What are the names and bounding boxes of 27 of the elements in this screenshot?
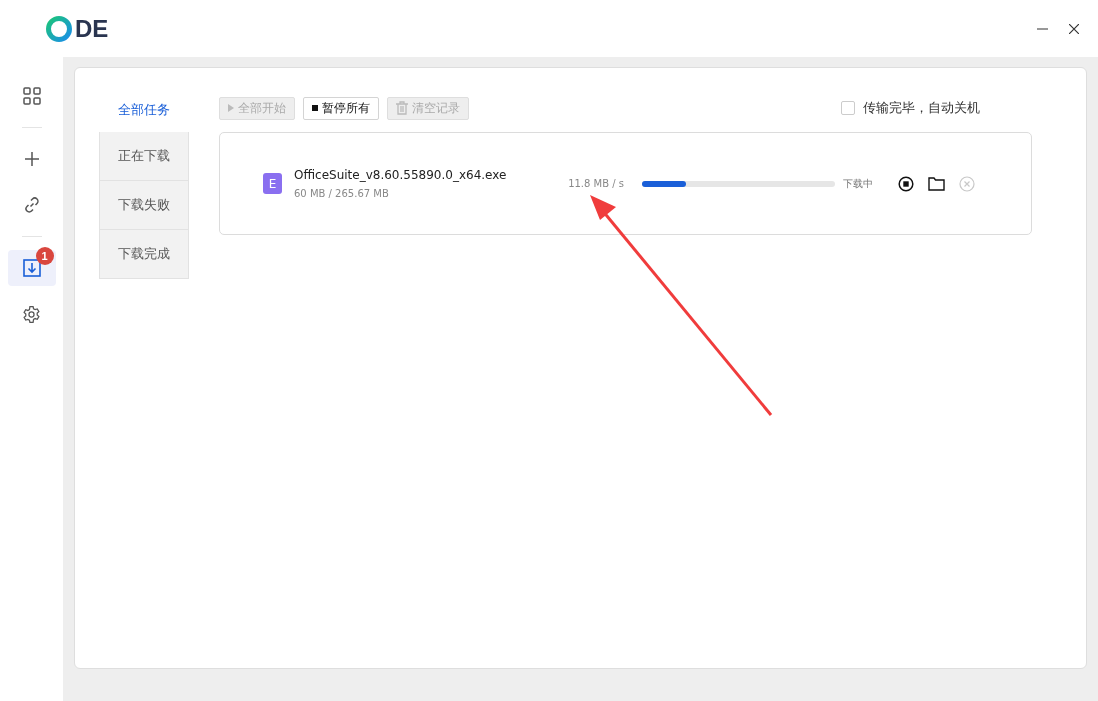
download-icon xyxy=(22,259,41,277)
file-size: 60 MB / 265.67 MB xyxy=(294,188,390,199)
file-name: OfficeSuite_v8.60.55890.0_x64.exe xyxy=(294,168,508,182)
ring-logo-icon xyxy=(45,14,73,43)
download-speed: 11.8 MB / s xyxy=(567,178,624,189)
download-status: 下载中 xyxy=(843,176,873,191)
plus-icon xyxy=(23,151,40,167)
category-tab[interactable]: 正在下载 xyxy=(99,132,189,181)
trash-icon xyxy=(396,101,408,115)
stop-button[interactable] xyxy=(898,175,914,192)
notification-badge: 1 xyxy=(35,247,54,265)
checkbox-label: 传输完毕，自动关机 xyxy=(863,99,980,117)
category-tab[interactable]: 下载失败 xyxy=(99,181,189,230)
minimize-icon[interactable] xyxy=(1036,27,1048,30)
link-icon xyxy=(22,196,41,214)
checkbox[interactable] xyxy=(841,101,855,115)
grid-icon xyxy=(22,87,41,105)
folder-button[interactable] xyxy=(928,176,945,191)
file-icon: E xyxy=(263,173,282,194)
nav-button[interactable]: 1 xyxy=(7,250,56,286)
settings-icon xyxy=(22,304,41,324)
category-tab[interactable]: 下载完成 xyxy=(99,230,189,279)
app-logo-text: DE xyxy=(75,14,109,43)
stop-icon xyxy=(312,105,318,111)
play-icon xyxy=(228,104,234,112)
toolbar-button[interactable]: 暂停所有 xyxy=(303,96,379,120)
close-icon[interactable] xyxy=(1069,23,1079,34)
